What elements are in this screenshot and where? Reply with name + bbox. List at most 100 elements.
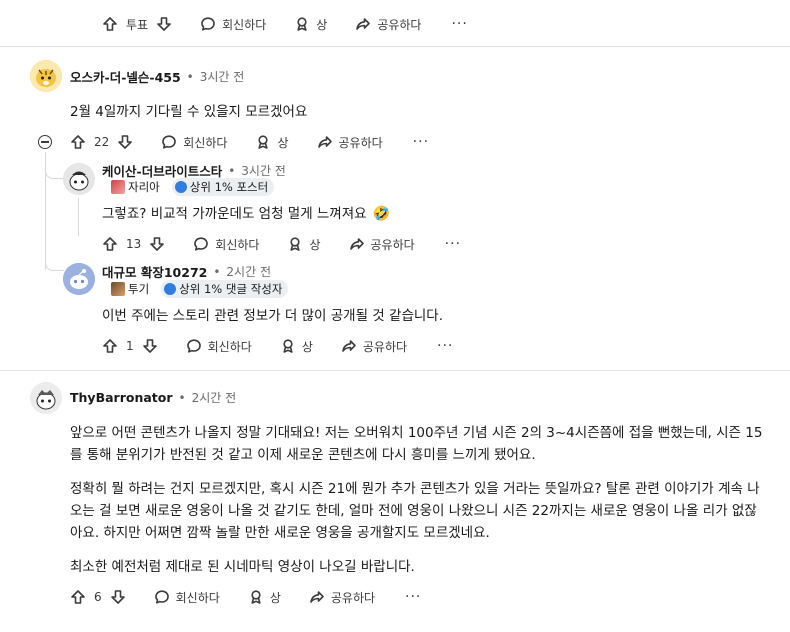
user-flair: 투기 [108,280,156,298]
user-flair: 자리아 [108,178,166,196]
share-button[interactable]: 공유하다 [317,134,383,151]
comment-paragraph: 정확히 뭘 하려는 건지 모르겠지만, 혹시 시즌 21에 뭔가 추가 콘텐츠가… [70,481,760,541]
comment-icon [162,135,177,149]
thread-connector [45,262,64,271]
share-button[interactable]: 공유하다 [355,16,421,33]
rank-flair-label: 상위 1% 댓글 작성자 [179,282,283,296]
username[interactable]: 대규모 확장10272 [102,262,207,281]
reply-button[interactable]: 회신하다 [193,236,259,253]
comment-actions: 13 회신하다 상 공유하다 ··· [102,233,461,255]
timestamp[interactable]: 3시간 전 [241,162,286,179]
more-options-button[interactable]: ··· [445,236,461,252]
award-button[interactable]: 상 [280,338,313,355]
share-button[interactable]: 공유하다 [309,589,375,606]
award-button[interactable]: 상 [248,589,281,606]
comment-header: 오스카-더-넬슨-455 • 3시간 전 [70,67,244,86]
comment-icon [186,339,201,353]
comment-text: 그렇죠? 비교적 가까운데도 엄청 멀게 느껴져요 [102,206,367,222]
downvote-icon[interactable] [110,589,126,605]
upvote-icon[interactable] [70,589,86,605]
vote-count: 1 [126,339,134,353]
award-icon [290,237,301,251]
avatar[interactable] [63,263,95,295]
username[interactable]: 오스카-더-넬슨-455 [70,67,181,86]
comment-actions: 22 회신하다 상 공유하다 ··· [70,131,429,153]
share-button[interactable]: 공유하다 [349,236,415,253]
timestamp[interactable]: 2시간 전 [192,389,237,406]
avatar[interactable] [30,60,62,92]
user-flairs: 투기 상위 1% 댓글 작성자 [108,280,289,298]
award-button[interactable]: 상 [287,236,321,253]
upvote-icon[interactable] [102,338,118,354]
share-label: 공유하다 [330,590,376,605]
upvote-icon[interactable] [102,236,118,252]
award-icon [283,339,293,353]
collapse-thread-button[interactable] [38,135,52,149]
comment-actions: 1 회신하다 상 공유하다 ··· [102,335,453,357]
downvote-icon[interactable] [117,134,133,150]
reply-button[interactable]: 회신하다 [186,338,252,355]
downvote-icon[interactable] [149,236,165,252]
more-options-button[interactable]: ··· [437,338,453,354]
vote-control: 22 [70,134,133,150]
rank-flair: 상위 1% 댓글 작성자 [161,280,289,298]
comment-icon [154,590,169,604]
divider [0,370,790,371]
avatar[interactable] [63,163,95,195]
award-label: 상 [309,237,321,252]
vote-count: 22 [94,135,110,149]
share-icon [349,238,364,250]
vote-control: 6 [70,589,126,605]
comment-icon [194,237,209,251]
share-label: 공유하다 [338,135,383,150]
share-icon [310,591,324,603]
comment-header: 대규모 확장10272 • 2시간 전 [102,262,271,281]
vote-count: 13 [126,237,142,251]
vote-control: 1 [102,338,158,354]
comment-body: 그렇죠? 비교적 가까운데도 엄청 멀게 느껴져요 🤣 [102,203,390,225]
reply-label: 회신하다 [183,135,228,150]
reply-button[interactable]: 회신하다 [154,589,220,606]
timestamp[interactable]: 2시간 전 [226,263,271,280]
snoo-avatar-icon [30,382,62,414]
comment-actions: 6 회신하다 상 공유하다 ··· [70,586,421,608]
vote-count: 6 [94,590,102,604]
share-label: 공유하다 [370,237,415,252]
top-commenter-badge-icon [164,283,177,295]
comment-icon [201,17,215,31]
hero-portrait-icon [111,180,125,194]
award-label: 상 [301,339,313,354]
vote-control: 투표 [102,16,172,33]
separator-dot: • [228,163,236,178]
avatar[interactable] [30,382,62,414]
upvote-icon[interactable] [102,16,118,32]
share-label: 공유하다 [377,17,422,32]
comment-body: 앞으로 어떤 콘텐츠가 나올지 정말 기대돼요! 저는 오버워치 100주년 기… [70,422,765,578]
more-options-button[interactable]: ··· [405,589,421,605]
award-button[interactable]: 상 [255,134,289,151]
downvote-icon[interactable] [142,338,158,354]
tiger-avatar-icon [30,60,62,92]
award-button[interactable]: 상 [294,16,327,33]
username[interactable]: ThyBarronator [70,390,173,405]
comment-paragraph: 앞으로 어떤 콘텐츠가 나올지 정말 기대돼요! 저는 오버워치 100주년 기… [70,425,763,463]
reply-label: 회신하다 [175,590,220,605]
reply-label: 회신하다 [207,339,252,354]
reply-button[interactable]: 회신하다 [161,134,227,151]
user-flairs: 자리아 상위 1% 포스터 [108,178,275,196]
upvote-icon[interactable] [70,134,86,150]
thread-line [78,198,79,236]
vote-label: 투표 [126,17,149,32]
comment-body: 이번 주에는 스토리 관련 정보가 더 많이 공개될 것 같습니다. [102,308,443,324]
timestamp[interactable]: 3시간 전 [200,68,245,85]
award-icon [251,590,261,604]
more-options-button[interactable]: ··· [451,16,467,32]
comment-body: 2월 4일까지 기다릴 수 있을지 모르겠어요 [70,104,308,120]
reply-button[interactable]: 회신하다 [200,16,266,33]
default-snoo-avatar-icon [63,263,95,295]
downvote-icon[interactable] [156,16,172,32]
more-options-button[interactable]: ··· [413,134,429,150]
comment-header: ThyBarronator • 2시간 전 [70,389,236,406]
comment-paragraph: 최소한 예전처럼 제대로 된 시네마틱 영상이 나오길 바랍니다. [70,559,415,575]
share-button[interactable]: 공유하다 [341,338,407,355]
